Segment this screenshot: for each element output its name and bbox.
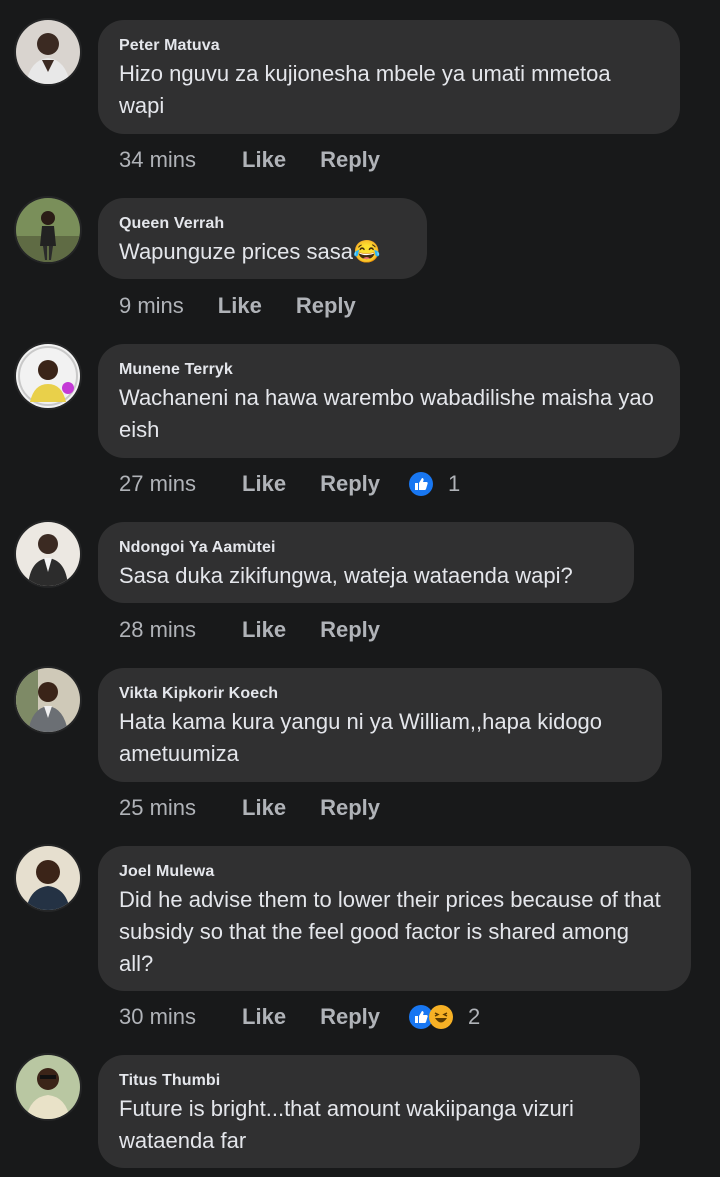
like-button[interactable]: Like	[242, 1004, 286, 1030]
reply-button[interactable]: Reply	[296, 293, 356, 319]
avatar[interactable]	[16, 20, 80, 84]
reaction-count: 2	[468, 1004, 481, 1029]
like-button[interactable]: Like	[242, 471, 286, 497]
comment-time[interactable]: 30 mins	[119, 1004, 196, 1030]
comment-actions: 27 mins Like Reply 1	[119, 467, 460, 501]
avatar-photo	[16, 344, 80, 408]
comment-actions: 25 mins Like Reply	[119, 791, 380, 825]
reply-button[interactable]: Reply	[320, 795, 380, 821]
comment-text: Wachaneni na hawa warembo wabadilishe ma…	[119, 385, 654, 442]
comment-actions: 30 mins Like Reply 2	[119, 1000, 480, 1034]
avatar[interactable]	[16, 846, 80, 910]
avatar-photo	[16, 522, 80, 586]
avatar[interactable]	[16, 668, 80, 732]
like-button[interactable]: Like	[218, 293, 262, 319]
comment-author[interactable]: Joel Mulewa	[119, 862, 669, 882]
comment-bubble[interactable]: Titus Thumbi Future is bright...that amo…	[98, 1055, 640, 1168]
like-button[interactable]: Like	[242, 617, 286, 643]
avatar-photo	[16, 20, 80, 84]
comment-text: Did he advise them to lower their prices…	[119, 887, 661, 976]
comment-time[interactable]: 27 mins	[119, 471, 196, 497]
comment-author[interactable]: Queen Verrah	[119, 214, 405, 234]
like-icon	[408, 471, 434, 497]
comment-bubble[interactable]: Ndongoi Ya Aamùtei Sasa duka zikifungwa,…	[98, 522, 634, 603]
comment-time[interactable]: 28 mins	[119, 617, 196, 643]
comment-bubble[interactable]: Queen Verrah Wapunguze prices sasa😂	[98, 198, 427, 279]
like-button[interactable]: Like	[242, 795, 286, 821]
avatar[interactable]	[16, 344, 80, 408]
comment-text: Future is bright...that amount wakiipang…	[119, 1096, 574, 1153]
reaction-count: 1	[448, 471, 461, 496]
comment-text: Sasa duka zikifungwa, wateja wataenda wa…	[119, 563, 573, 588]
comment-actions: 9 mins Like Reply	[119, 289, 356, 323]
reaction-summary[interactable]: 2	[408, 1004, 480, 1030]
comment-text: Hizo nguvu za kujionesha mbele ya umati …	[119, 61, 611, 118]
comment-author[interactable]: Ndongoi Ya Aamùtei	[119, 538, 612, 558]
comment-time[interactable]: 9 mins	[119, 293, 184, 319]
reply-button[interactable]: Reply	[320, 617, 380, 643]
reply-button[interactable]: Reply	[320, 1004, 380, 1030]
comment-author[interactable]: Vikta Kipkorir Koech	[119, 684, 640, 704]
avatar[interactable]	[16, 522, 80, 586]
comment-text: Hata kama kura yangu ni ya William,,hapa…	[119, 709, 603, 766]
reply-button[interactable]: Reply	[320, 147, 380, 173]
like-button[interactable]: Like	[242, 147, 286, 173]
comment-text: Wapunguze prices sasa😂	[119, 239, 381, 264]
comment-bubble[interactable]: Joel Mulewa Did he advise them to lower …	[98, 846, 691, 991]
avatar-photo	[16, 668, 80, 732]
comment-time[interactable]: 25 mins	[119, 795, 196, 821]
comment-time[interactable]: 34 mins	[119, 147, 196, 173]
avatar-photo	[16, 198, 80, 262]
avatar[interactable]	[16, 1055, 80, 1119]
comment-bubble[interactable]: Munene Terryk Wachaneni na hawa warembo …	[98, 344, 680, 458]
comment-actions: 28 mins Like Reply	[119, 613, 380, 647]
comment-bubble[interactable]: Peter Matuva Hizo nguvu za kujionesha mb…	[98, 20, 680, 134]
haha-icon	[428, 1004, 454, 1030]
reply-button[interactable]: Reply	[320, 471, 380, 497]
comment-actions: 34 mins Like Reply	[119, 143, 380, 177]
avatar[interactable]	[16, 198, 80, 262]
reaction-summary[interactable]: 1	[408, 471, 460, 497]
avatar-photo	[16, 846, 80, 910]
comment-author[interactable]: Peter Matuva	[119, 36, 658, 56]
comment-bubble[interactable]: Vikta Kipkorir Koech Hata kama kura yang…	[98, 668, 662, 782]
avatar-photo	[16, 1055, 80, 1119]
comment-author[interactable]: Munene Terryk	[119, 360, 658, 380]
comment-author[interactable]: Titus Thumbi	[119, 1071, 618, 1091]
